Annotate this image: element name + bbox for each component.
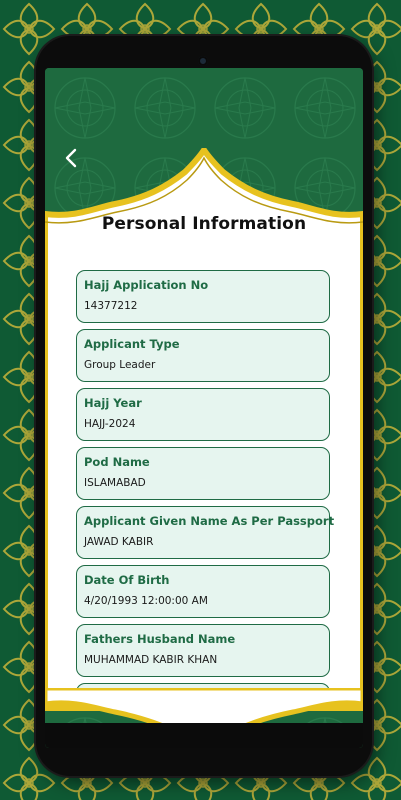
app-screen: Personal Information Hajj Application No… xyxy=(45,68,363,748)
field-date-of-birth: Date Of Birth 4/20/1993 12:00:00 AM xyxy=(76,565,330,618)
field-value: MUHAMMAD KABIR KHAN xyxy=(84,654,218,666)
field-hajj-year: Hajj Year HAJJ-2024 xyxy=(76,388,330,441)
field-label: Hajj Year xyxy=(84,396,142,410)
personal-info-card: Personal Information Hajj Application No… xyxy=(55,180,353,700)
field-value: 4/20/1993 12:00:00 AM xyxy=(84,595,208,607)
field-value: 14377212 xyxy=(84,300,138,312)
field-label: Fathers Husband Name xyxy=(84,632,236,646)
field-label: Pod Name xyxy=(84,455,150,469)
field-value: JAWAD KABIR xyxy=(84,536,154,548)
field-value: HAJJ-2024 xyxy=(84,418,136,430)
phone-frame: Personal Information Hajj Application No… xyxy=(36,36,372,776)
field-value: ISLAMABAD xyxy=(84,477,146,489)
field-label: Applicant Given Name As Per Passport xyxy=(84,514,335,528)
field-list[interactable]: Hajj Application No 14377212 Applicant T… xyxy=(76,270,335,700)
system-navigation-bar xyxy=(45,723,363,748)
field-label: Applicant Type xyxy=(84,337,180,351)
field-fathers-husband-name: Fathers Husband Name MUHAMMAD KABIR KHAN xyxy=(76,624,330,677)
camera-icon xyxy=(198,56,208,66)
field-applicant-type: Applicant Type Group Leader xyxy=(76,329,330,382)
field-pod-name: Pod Name ISLAMABAD xyxy=(76,447,330,500)
field-label: Hajj Application No xyxy=(84,278,209,292)
page-title: Personal Information xyxy=(101,214,307,234)
field-value: Group Leader xyxy=(84,359,156,371)
field-given-name: Applicant Given Name As Per Passport JAW… xyxy=(76,506,335,559)
field-hajj-application-no: Hajj Application No 14377212 xyxy=(76,270,330,323)
field-label: Date Of Birth xyxy=(84,573,170,587)
